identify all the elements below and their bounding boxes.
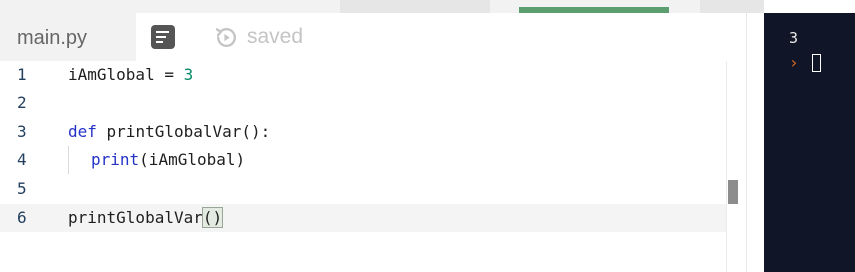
editor-scrollbar[interactable] (726, 61, 739, 272)
code-text: def printGlobalVar(): (68, 122, 271, 141)
keyword: def (68, 122, 97, 141)
code-text: print(iAmGlobal) (91, 150, 246, 169)
line-number: 3 (17, 122, 27, 141)
scrollbar-thumb[interactable] (728, 180, 738, 204)
text-cursor (812, 54, 821, 72)
progress-segment (700, 0, 764, 13)
top-progress-strip (0, 0, 764, 13)
prompt-icon: › (789, 53, 799, 72)
code-line[interactable]: 3 def printGlobalVar(): (0, 118, 726, 146)
code-line[interactable]: 4 print(iAmGlobal) (0, 146, 726, 174)
saved-label: saved (247, 25, 304, 48)
code-area[interactable]: 1 iAmGlobal = 3 2 3 def printGlobalVar()… (0, 61, 726, 272)
code-line[interactable]: 2 (0, 89, 726, 117)
format-icon[interactable] (151, 25, 175, 49)
code-text: printGlobalVar() (68, 207, 224, 228)
saved-status: saved (214, 24, 303, 50)
progress-segment (340, 0, 490, 13)
editor-gutter-right (746, 13, 765, 272)
bracket-match: () (201, 207, 224, 228)
code-editor[interactable]: main.py saved 1 iAmGlobal = 3 2 3 def pr… (0, 13, 765, 272)
repl-workspace: main.py saved 1 iAmGlobal = 3 2 3 def pr… (0, 0, 855, 272)
history-icon (215, 27, 236, 47)
indent-guide (68, 146, 69, 174)
console-output: 3 (789, 29, 799, 47)
line-number: 6 (17, 208, 27, 227)
file-tab[interactable]: main.py (0, 13, 136, 61)
code-line[interactable]: 5 (0, 175, 726, 203)
console-panel[interactable]: 3 › (764, 13, 855, 272)
code-line[interactable]: 1 iAmGlobal = 3 (0, 61, 726, 89)
line-number: 1 (17, 65, 27, 84)
number-literal: 3 (183, 65, 194, 84)
line-number: 4 (17, 150, 27, 169)
builtin: print (91, 150, 140, 169)
editor-tabbar: main.py saved (0, 13, 764, 61)
code-line-active[interactable]: 6 printGlobalVar() (0, 204, 726, 232)
line-number: 2 (17, 93, 27, 112)
code-text: iAmGlobal = 3 (68, 65, 194, 84)
line-number: 5 (17, 179, 27, 198)
